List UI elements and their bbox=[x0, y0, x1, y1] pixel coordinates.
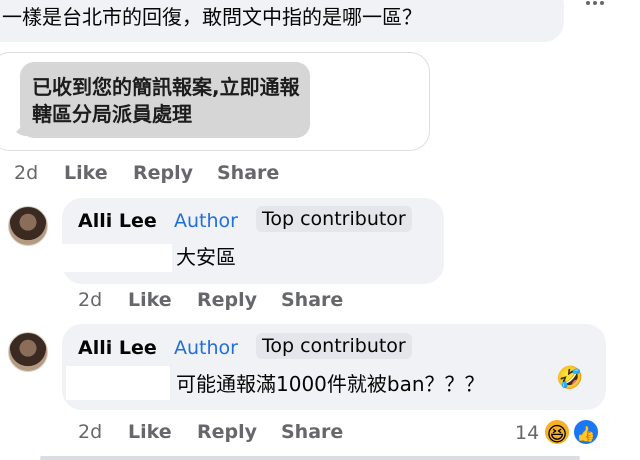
like-button[interactable]: Like bbox=[128, 289, 172, 311]
reply-text: 可能通報滿1000件就被ban？？？ bbox=[176, 372, 485, 396]
comment-text: 一樣是台北市的回復，敢問文中指的是哪一區？ bbox=[2, 5, 422, 29]
commenter-name[interactable]: Alli Lee bbox=[78, 210, 157, 232]
haha-reaction-icon[interactable]: 😆 bbox=[543, 418, 571, 446]
share-button[interactable]: Share bbox=[217, 162, 279, 184]
rofl-emoji-icon: 🤣 bbox=[556, 366, 584, 391]
share-button[interactable]: Share bbox=[281, 289, 343, 311]
reply-actions: 2d Like Reply Share bbox=[78, 289, 378, 313]
reply-time[interactable]: 2d bbox=[78, 421, 102, 443]
author-label: Author bbox=[174, 337, 238, 359]
avatar[interactable] bbox=[8, 332, 48, 372]
reply-time[interactable]: 2d bbox=[78, 289, 102, 311]
share-button[interactable]: Share bbox=[281, 421, 343, 443]
reaction-count[interactable]: 14 bbox=[515, 422, 539, 444]
commenter-name[interactable]: Alli Lee bbox=[78, 337, 157, 359]
comment-actions: 2d Like Reply Share bbox=[14, 162, 314, 186]
reply-button[interactable]: Reply bbox=[133, 162, 193, 184]
blank-region bbox=[66, 366, 170, 400]
comment-time[interactable]: 2d bbox=[14, 162, 38, 184]
top-contributor-badge[interactable]: Top contributor bbox=[256, 333, 412, 359]
top-contributor-badge[interactable]: Top contributor bbox=[256, 206, 412, 232]
like-reaction-icon[interactable]: 👍 bbox=[572, 418, 600, 446]
avatar[interactable] bbox=[8, 206, 48, 246]
blank-region bbox=[62, 244, 172, 272]
next-comment-edge bbox=[40, 456, 580, 460]
reply-button[interactable]: Reply bbox=[197, 421, 257, 443]
reply-actions: 2d Like Reply Share bbox=[78, 421, 378, 445]
author-label: Author bbox=[174, 210, 238, 232]
sms-text: 已收到您的簡訊報案,立即通報轄區分局派員處理 bbox=[32, 75, 300, 126]
like-button[interactable]: Like bbox=[64, 162, 108, 184]
reply-text: 大安區 bbox=[176, 245, 236, 269]
reply-button[interactable]: Reply bbox=[197, 289, 257, 311]
like-button[interactable]: Like bbox=[128, 421, 172, 443]
